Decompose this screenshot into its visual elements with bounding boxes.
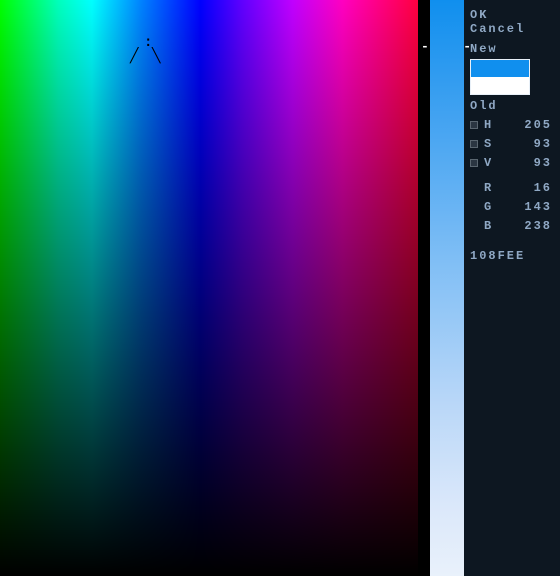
- slider-tick-left: -: [421, 40, 431, 53]
- color-swatch: [470, 59, 530, 95]
- val-label: V: [484, 156, 500, 170]
- sat-label: S: [484, 137, 500, 151]
- hex-value[interactable]: 108FEE: [470, 249, 554, 263]
- hue-label: H: [484, 118, 500, 132]
- val-value[interactable]: 93: [500, 156, 554, 170]
- ok-button[interactable]: OK: [470, 8, 554, 22]
- divider: [418, 0, 430, 576]
- swatch-old: [471, 77, 529, 94]
- saturation-slider[interactable]: - -: [430, 0, 464, 576]
- blue-label: B: [484, 219, 500, 233]
- green-value[interactable]: 143: [500, 200, 554, 214]
- blue-value[interactable]: 238: [500, 219, 554, 233]
- color-field[interactable]: : ╱ ╲: [0, 0, 418, 576]
- red-label: R: [484, 181, 500, 195]
- red-row[interactable]: R 16: [470, 181, 554, 195]
- radio-icon[interactable]: [470, 159, 478, 167]
- hue-value[interactable]: 205: [500, 118, 554, 132]
- radio-icon[interactable]: [470, 140, 478, 148]
- red-value[interactable]: 16: [500, 181, 554, 195]
- blue-row[interactable]: B 238: [470, 219, 554, 233]
- val-row[interactable]: V 93: [470, 156, 554, 170]
- radio-icon[interactable]: [470, 121, 478, 129]
- hue-row[interactable]: H 205: [470, 118, 554, 132]
- swatch-new: [471, 60, 529, 77]
- green-label: G: [484, 200, 500, 214]
- color-field-cursor: : ╱ ╲: [138, 40, 158, 60]
- green-row[interactable]: G 143: [470, 200, 554, 214]
- slider-tick-right: -: [463, 40, 473, 53]
- cancel-button[interactable]: Cancel: [470, 22, 554, 36]
- old-label: Old: [470, 99, 554, 113]
- info-panel: OK Cancel New Old H 205 S 93 V 93 R 16 G…: [464, 0, 560, 576]
- sat-value[interactable]: 93: [500, 137, 554, 151]
- new-label: New: [470, 42, 554, 56]
- sat-row[interactable]: S 93: [470, 137, 554, 151]
